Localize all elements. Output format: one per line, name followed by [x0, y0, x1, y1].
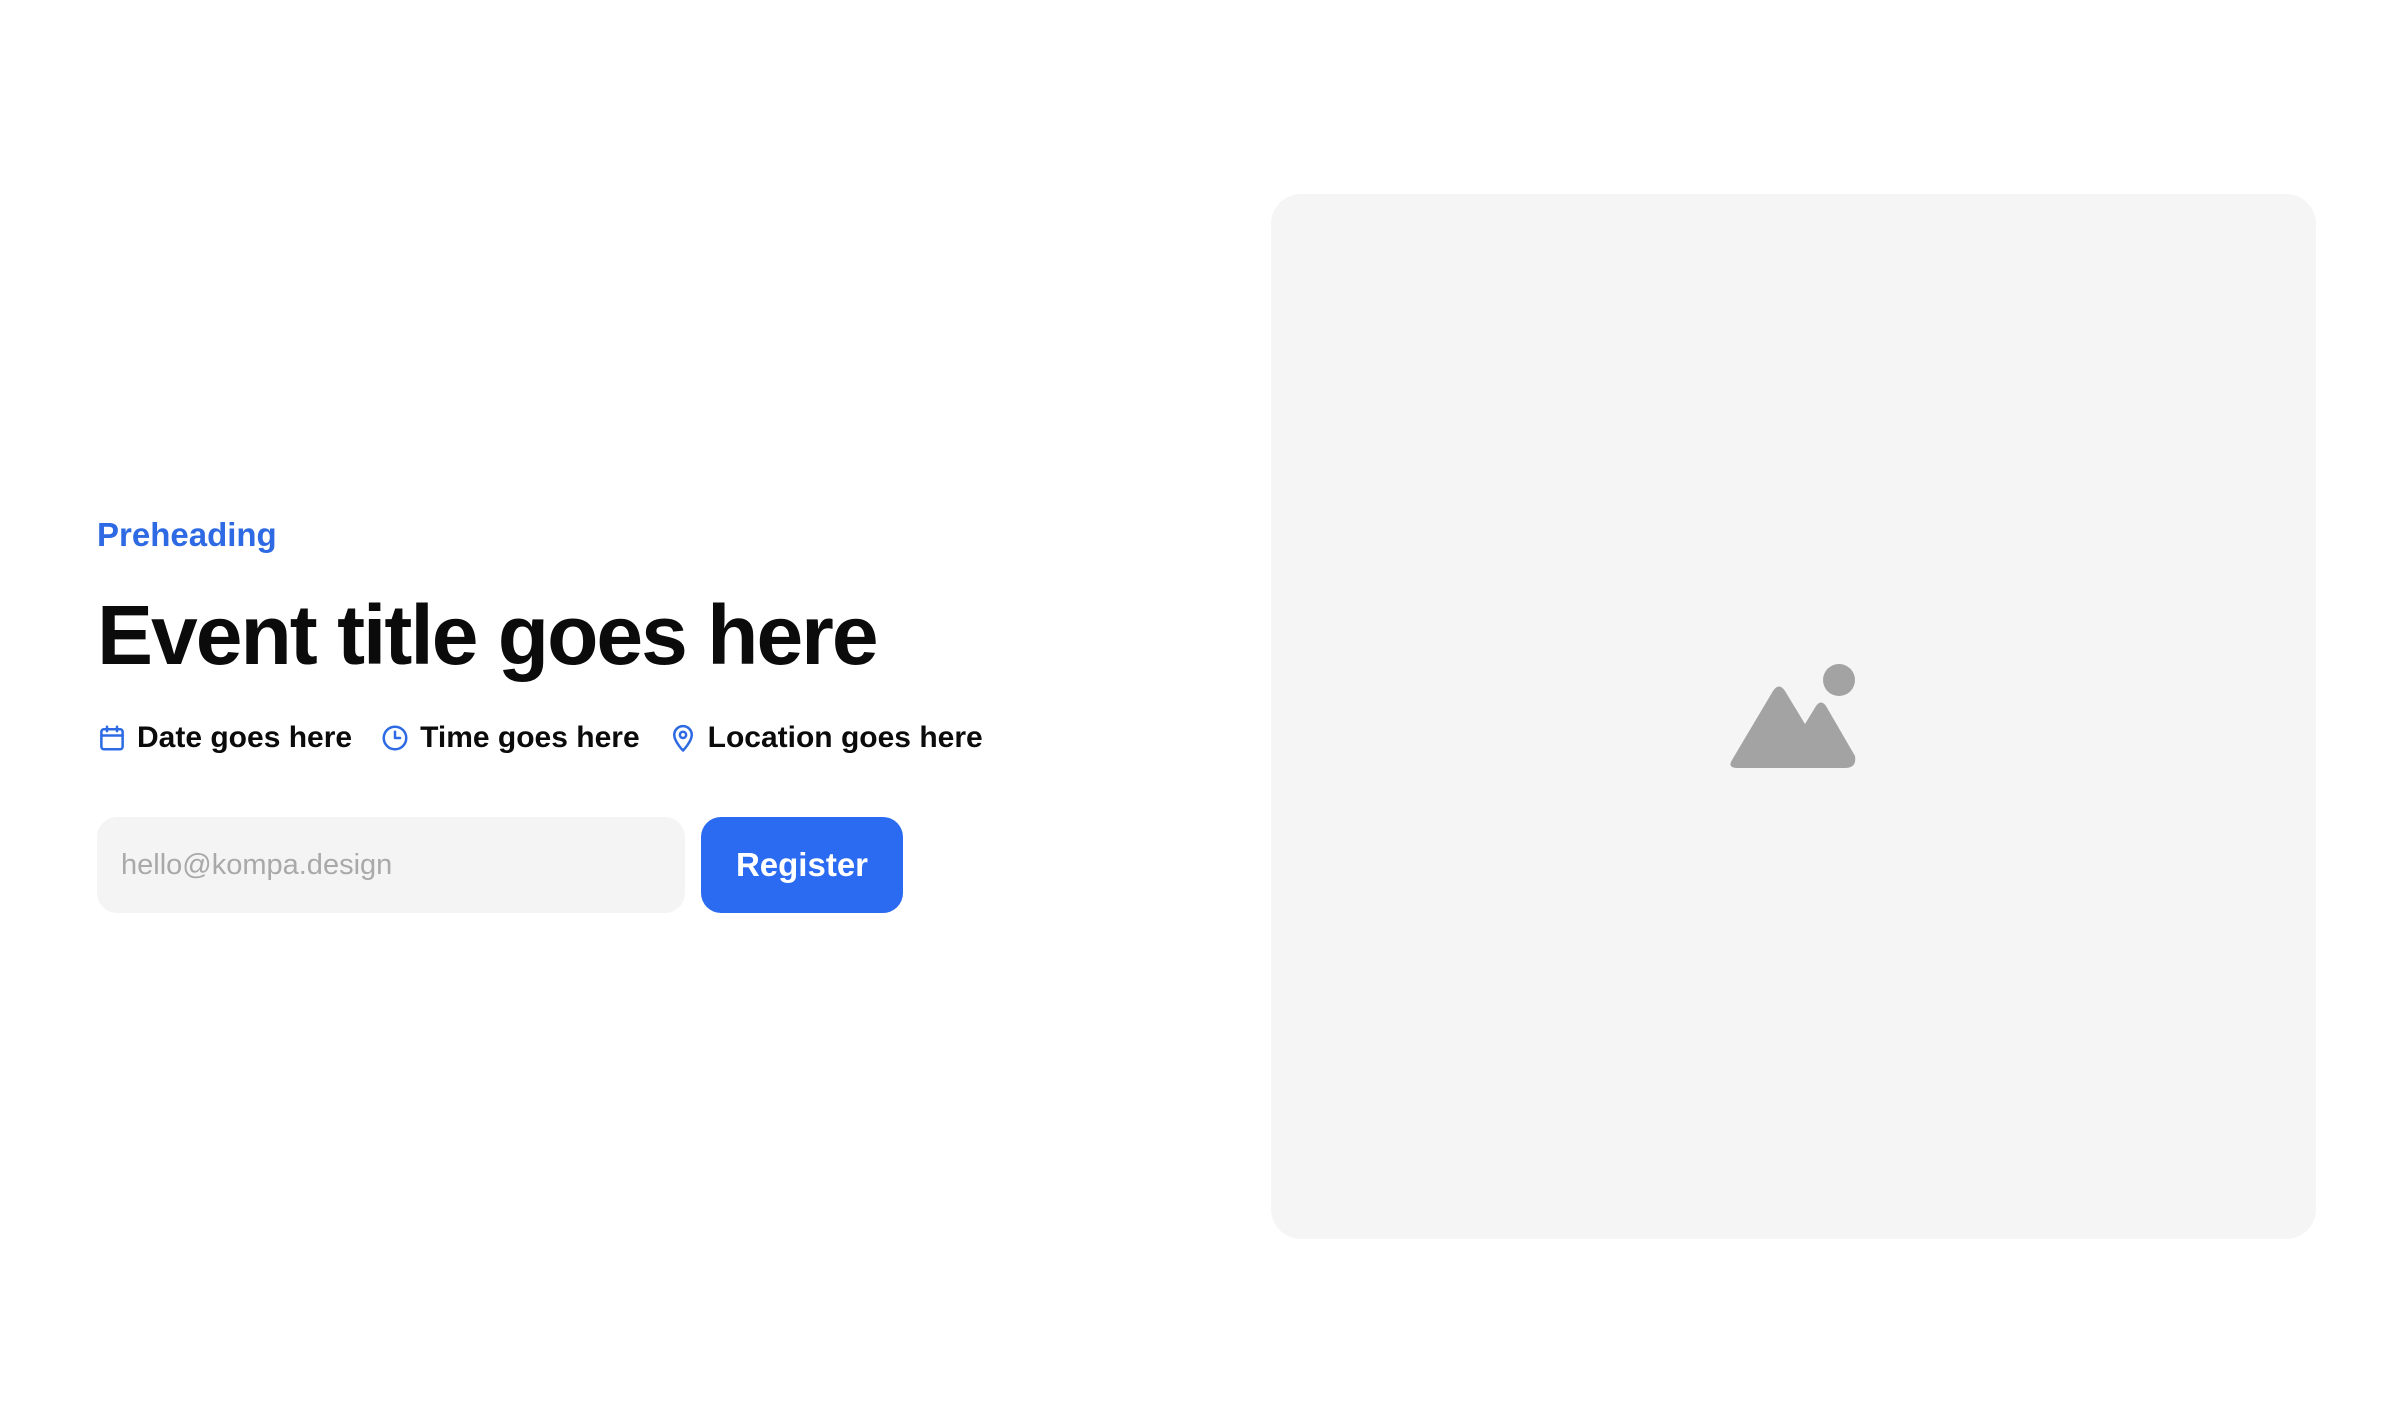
event-date-label: Date goes here [137, 721, 353, 754]
event-time: Time goes here [380, 723, 640, 753]
email-input[interactable] [97, 817, 685, 913]
calendar-icon [100, 725, 124, 751]
event-date: Date goes here [97, 723, 352, 753]
event-hero-page: Preheading Event title goes here Date go… [0, 0, 2400, 1424]
register-button[interactable]: Register [701, 817, 903, 913]
event-image-placeholder [1271, 194, 2316, 1239]
location-pin-icon [672, 724, 693, 752]
preheading: Preheading [97, 516, 277, 553]
clock-icon [382, 725, 408, 751]
image-placeholder-icon [1730, 664, 1856, 768]
register-form: Register [97, 817, 1197, 913]
event-location: Location goes here [668, 723, 983, 753]
event-location-label: Location goes here [707, 721, 983, 754]
event-title: Event title goes here [97, 588, 879, 682]
event-meta: Date goes here Time goes here Location g… [97, 721, 1197, 755]
hero-content: Preheading Event title goes here Date go… [97, 518, 1197, 913]
event-time-label: Time goes here [420, 721, 640, 754]
